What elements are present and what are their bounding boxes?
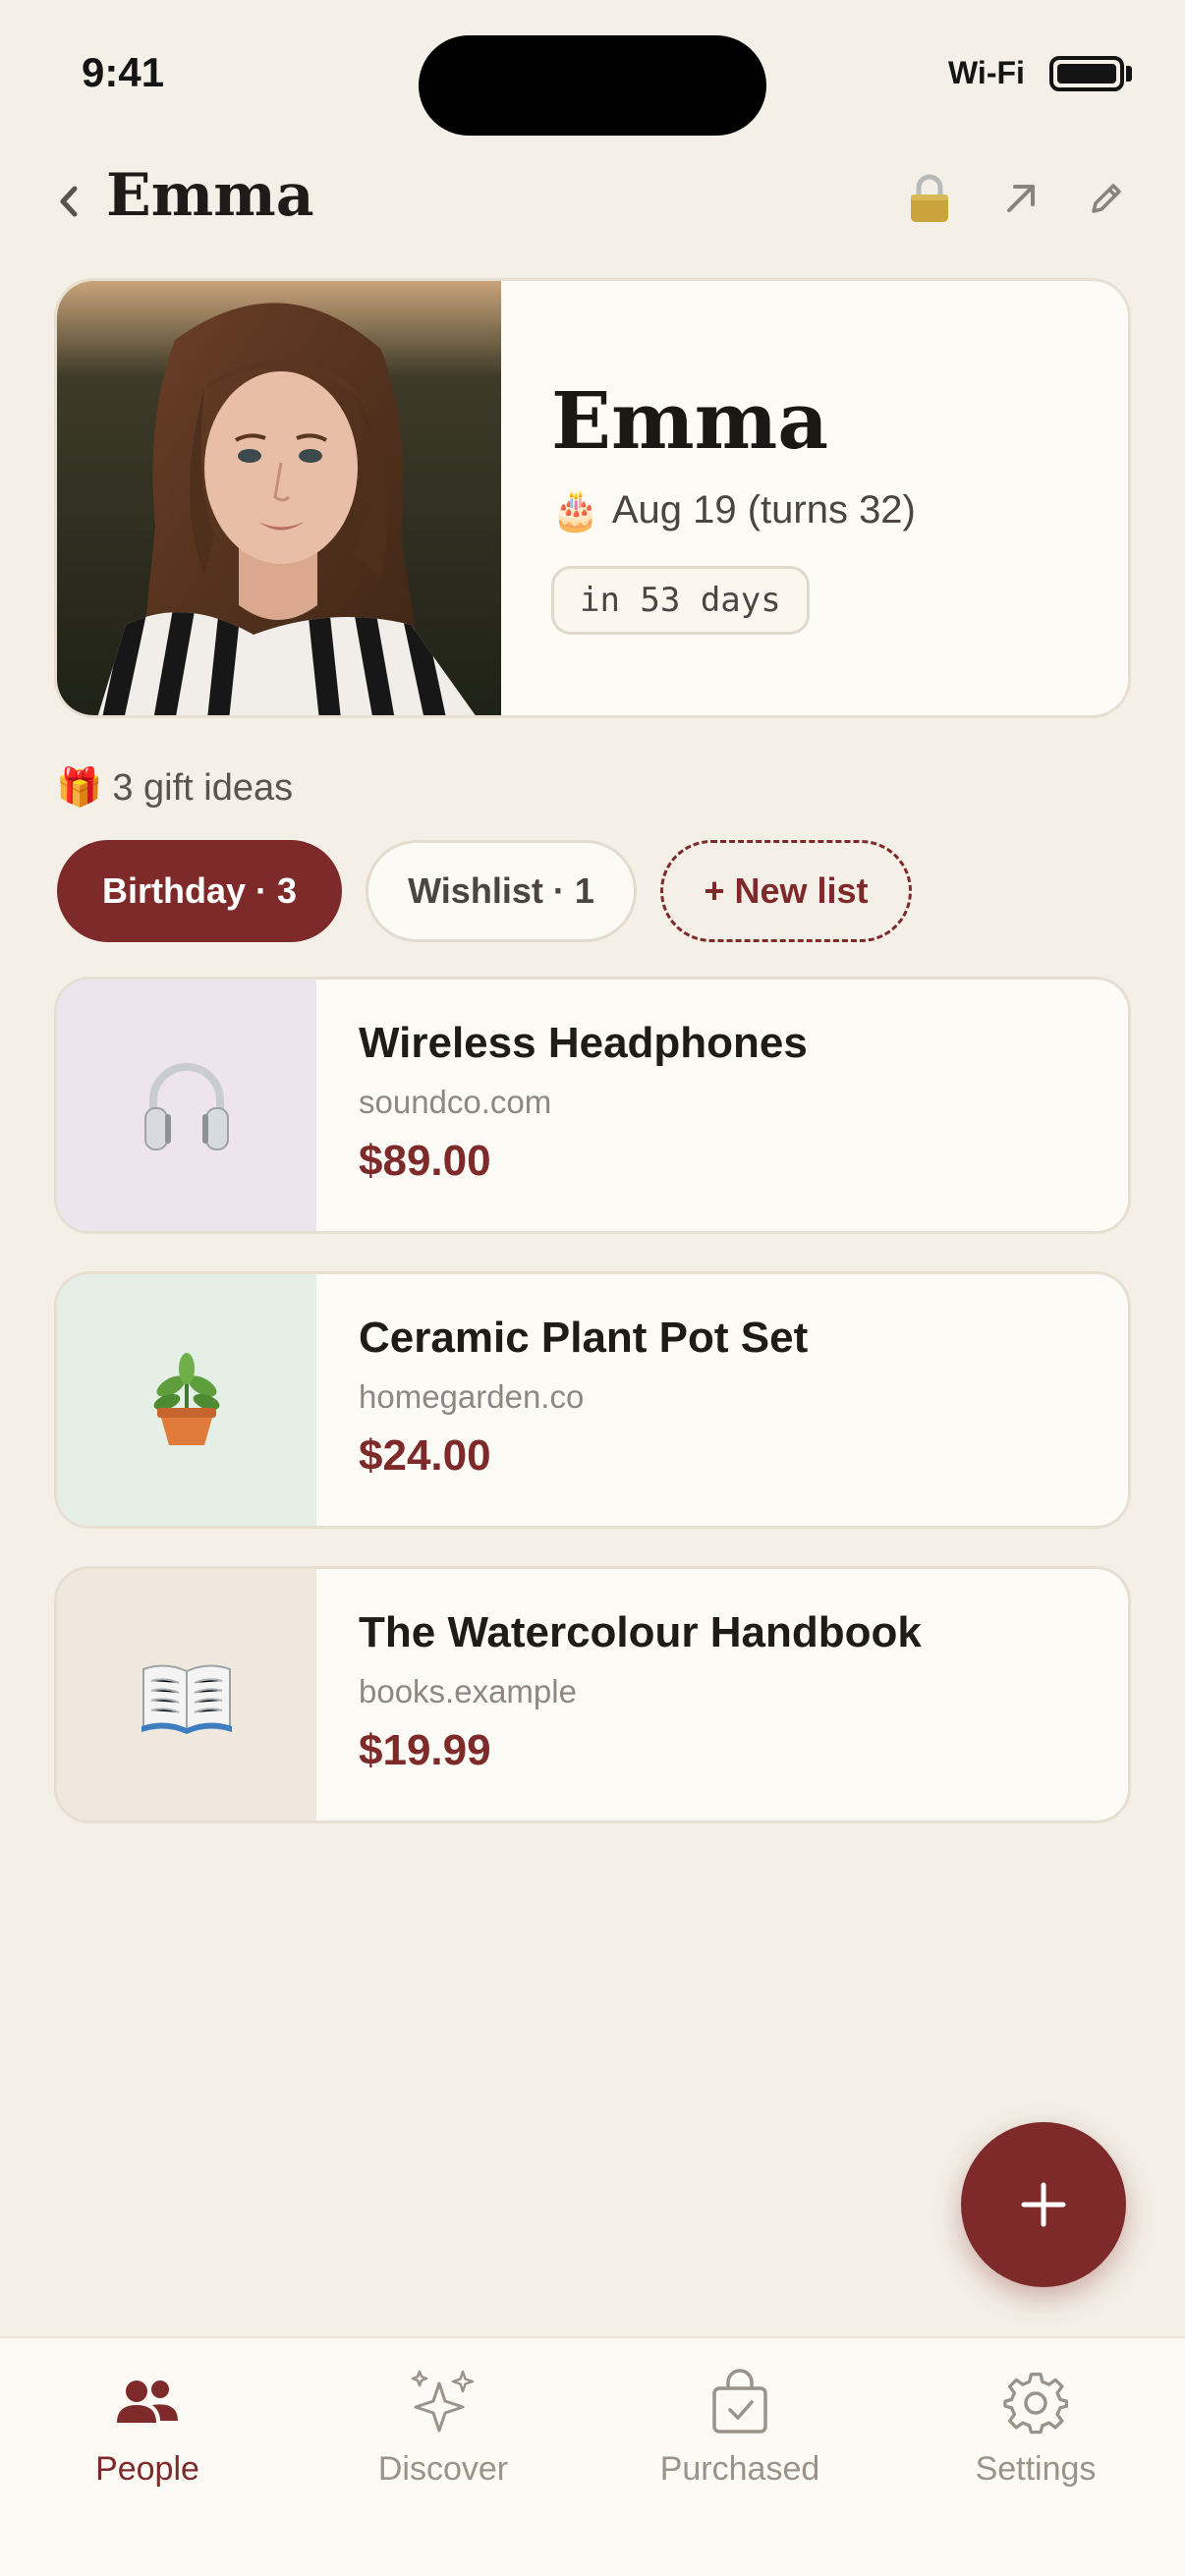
profile-photo [57, 281, 501, 715]
page-header: Emma [0, 157, 1185, 246]
gift-item[interactable]: Wireless Headphones soundco.com $89.00 [54, 977, 1131, 1234]
share-button[interactable] [993, 171, 1048, 226]
item-thumbnail [57, 980, 316, 1231]
page-title: Emma [106, 161, 314, 230]
item-name: Ceramic Plant Pot Set [359, 1314, 809, 1362]
profile-name: Emma [551, 374, 829, 467]
item-name: Wireless Headphones [359, 1019, 808, 1067]
lock-icon [911, 174, 948, 222]
item-site: soundco.com [359, 1084, 552, 1120]
nav-label: Discover [377, 2450, 509, 2488]
item-thumbnail [57, 1274, 316, 1526]
portrait-image [57, 281, 501, 715]
lock-button[interactable] [902, 171, 957, 226]
gift-ideas-count: 🎁 3 gift ideas [56, 766, 293, 810]
item-thumbnail [57, 1569, 316, 1820]
nav-people[interactable]: People [29, 2366, 265, 2489]
bottom-nav: People Discover Purchased Settings [0, 2336, 1185, 2576]
tab-birthday[interactable]: Birthday · 3 [57, 840, 342, 942]
status-bar: 9:41 Wi-Fi [0, 0, 1185, 147]
countdown-badge: in 53 days [551, 566, 810, 635]
nav-label: People [95, 2450, 199, 2488]
item-price: $24.00 [359, 1431, 491, 1480]
people-icon [108, 2366, 187, 2440]
potted-plant-icon [153, 1353, 220, 1445]
plus-icon [1021, 2182, 1066, 2227]
wifi-label: Wi-Fi [948, 55, 1025, 90]
open-book-icon [141, 1664, 232, 1734]
item-name: The Watercolour Handbook [359, 1608, 922, 1656]
item-price: $19.99 [359, 1726, 491, 1774]
sparkles-icon [404, 2366, 482, 2440]
add-gift-button[interactable] [961, 2122, 1126, 2287]
birthday-text: Aug 19 (turns 32) [611, 488, 916, 532]
battery-tip [1126, 66, 1132, 82]
back-chevron-icon [60, 186, 78, 217]
gift-icon: 🎁 [56, 767, 103, 809]
gift-item[interactable]: Ceramic Plant Pot Set homegarden.co $24.… [54, 1271, 1131, 1529]
item-price: $89.00 [359, 1137, 491, 1185]
list-tabs: Birthday · 3 Wishlist · 1 + New list [57, 840, 912, 942]
battery-icon [1049, 56, 1124, 91]
birthday-row: 🎂 Aug 19 (turns 32) [551, 487, 916, 533]
gear-icon [996, 2366, 1075, 2440]
nav-purchased[interactable]: Purchased [622, 2366, 858, 2489]
nav-discover[interactable]: Discover [325, 2366, 561, 2489]
nav-label: Purchased [659, 2450, 820, 2488]
profile-card: Emma 🎂 Aug 19 (turns 32) in 53 days [54, 278, 1131, 718]
cake-icon: 🎂 [551, 489, 600, 532]
item-site: books.example [359, 1673, 577, 1709]
pencil-edit-icon [1092, 184, 1121, 213]
status-time: 9:41 [82, 49, 165, 95]
shopping-bag-check-icon [701, 2366, 779, 2440]
nav-settings[interactable]: Settings [918, 2366, 1154, 2489]
gift-item[interactable]: The Watercolour Handbook books.example $… [54, 1566, 1131, 1823]
item-site: homegarden.co [359, 1378, 585, 1415]
edit-button[interactable] [1079, 171, 1134, 226]
nav-label: Settings [975, 2450, 1097, 2488]
headphones-icon [144, 1063, 229, 1150]
gift-ideas-text: 3 gift ideas [112, 766, 294, 809]
new-list-button[interactable]: + New list [660, 840, 912, 942]
share-arrow-icon [1007, 185, 1035, 212]
tab-wishlist[interactable]: Wishlist · 1 [366, 840, 637, 942]
back-button[interactable] [49, 177, 88, 226]
dynamic-island [419, 35, 766, 136]
